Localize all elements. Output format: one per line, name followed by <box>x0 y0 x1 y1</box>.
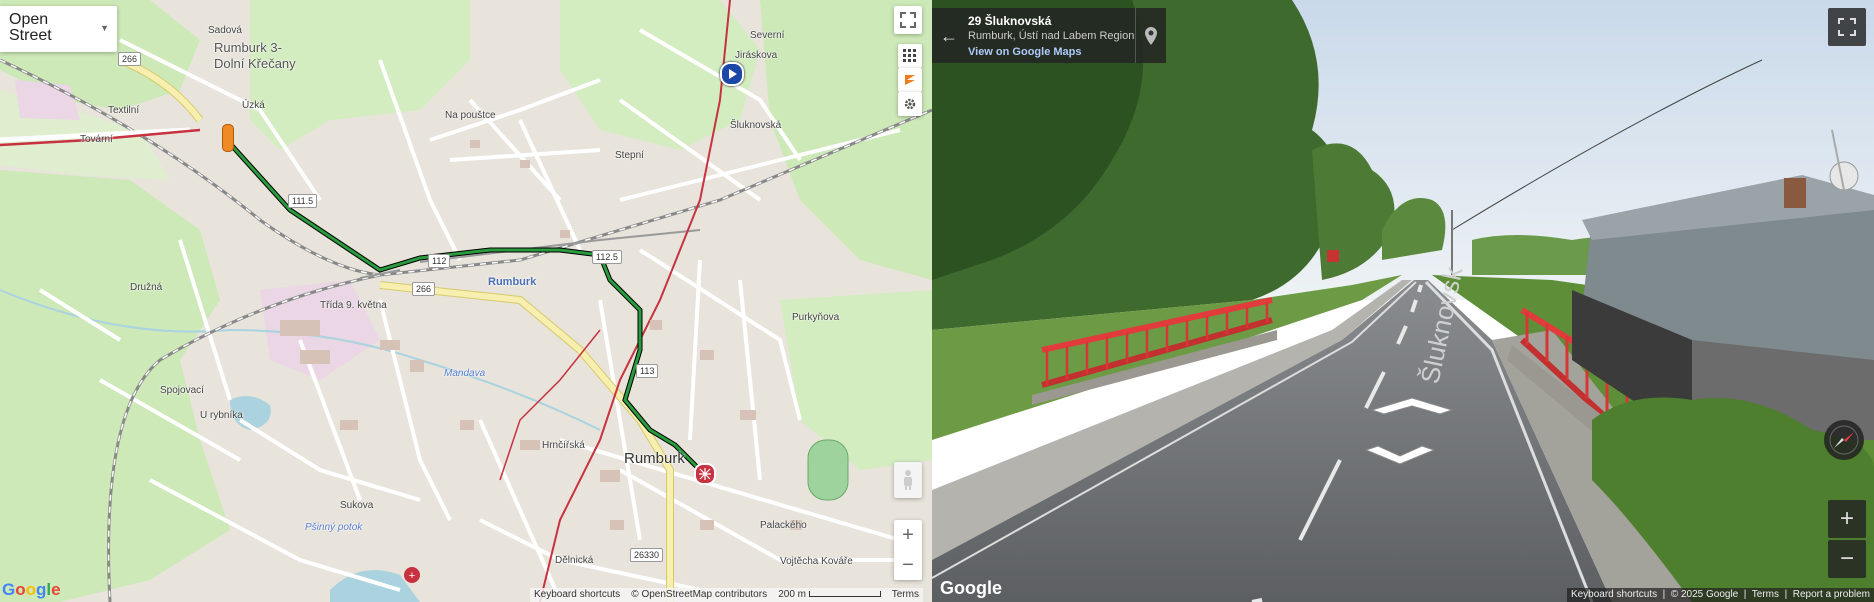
scale-bar <box>808 591 881 598</box>
settings-button[interactable] <box>898 92 922 116</box>
copyright-text: © OpenStreetMap contributors <box>631 589 768 600</box>
street-label: Textilní <box>108 105 140 116</box>
street-label: Úzká <box>242 100 265 111</box>
scale-label: 200 m <box>778 589 806 600</box>
street-label: Purkyňova <box>792 312 840 323</box>
grid-icon <box>903 49 916 62</box>
sv-zoom-out-button[interactable]: − <box>1828 540 1866 578</box>
compass-icon <box>1829 425 1859 455</box>
route-number: 111.5 <box>288 194 318 208</box>
route-number: 266 <box>412 282 436 296</box>
district-label: Rumburk 3- Dolní Křečany <box>214 40 296 71</box>
route-number: 112 <box>428 254 451 268</box>
street-label: Palackého <box>760 520 807 531</box>
route-number: 112.5 <box>592 250 622 264</box>
street-label: Šluknovská <box>730 120 782 131</box>
street-label: Tovární <box>80 134 113 145</box>
street-label: Vojtěcha Kováře <box>780 556 853 567</box>
screen: + Rumburk 3- Dolní Křečany Sadová Textil… <box>0 0 1874 602</box>
keyboard-shortcuts-link[interactable]: Keyboard shortcuts <box>534 589 620 600</box>
street-view-info-card: ← 29 Šluknovská Rumburk, Ústí nad Labem … <box>932 8 1166 63</box>
direction-marker-icon[interactable] <box>720 62 744 86</box>
fullscreen-icon <box>900 12 916 28</box>
sv-fullscreen-button[interactable] <box>1828 8 1866 46</box>
address-region: Rumburk, Ústí nad Labem Region <box>968 30 1135 42</box>
town-label: Rumburk <box>624 450 685 467</box>
route-number: 266 <box>118 52 142 66</box>
street-view-scene[interactable]: Šluknovsk <box>932 0 1874 602</box>
street-label: Jiráskova <box>735 50 778 61</box>
sv-attribution: Keyboard shortcuts | © 2025 Google | Ter… <box>1566 588 1874 602</box>
route-number: 113 <box>636 364 659 378</box>
street-label: Spojovací <box>160 385 204 396</box>
street-label: Dělnická <box>555 555 594 566</box>
google-logo: Google <box>2 580 61 599</box>
pegman-marker[interactable] <box>222 124 234 152</box>
map-canvas[interactable]: + <box>0 0 932 602</box>
map-layer-select[interactable]: Open Street ▼ <box>0 6 117 52</box>
street-label: Stepní <box>615 150 644 161</box>
street-label: Třída 9. května <box>320 300 387 311</box>
zoom-in-button[interactable]: + <box>894 520 922 550</box>
layers-button[interactable] <box>898 44 922 68</box>
sv-zoom-in-button[interactable]: + <box>1828 500 1866 538</box>
pegman-icon <box>905 75 915 85</box>
map-attribution: Keyboard shortcuts © OpenStreetMap contr… <box>530 588 923 602</box>
street-view-panel[interactable]: Šluknovsk ← 29 Šluknovská Rumburk, Ústí … <box>932 0 1874 602</box>
stadium <box>807 439 849 501</box>
street-view-pegman-icon <box>904 470 912 490</box>
route-number: 26330 <box>630 548 664 562</box>
chevron-down-icon: ▼ <box>100 23 109 33</box>
street-label: Severní <box>750 30 785 41</box>
pegman-layer-button[interactable] <box>898 68 922 92</box>
terms-link[interactable]: Terms <box>1752 589 1779 600</box>
street-label: Na pouštce <box>445 110 496 121</box>
back-arrow-icon[interactable]: ← <box>940 26 958 47</box>
water-label: Pšinný potok <box>305 522 363 533</box>
report-problem-link[interactable]: Report a problem <box>1793 589 1870 600</box>
pegman-button[interactable] <box>894 462 922 498</box>
street-label: Sadová <box>208 25 242 36</box>
map-pin-icon <box>1145 26 1157 45</box>
copyright-text: © 2025 Google <box>1670 589 1739 600</box>
street-label: Hrnčířská <box>542 440 585 451</box>
station-label: Rumburk <box>488 276 537 288</box>
road-sign <box>1327 250 1339 262</box>
gear-icon <box>904 98 916 110</box>
map-zoom-control: + − <box>894 520 922 580</box>
street-label: Sukova <box>340 500 374 511</box>
street-label: Družná <box>130 282 163 293</box>
street-label: U rybníka <box>200 410 243 421</box>
destination-marker-icon[interactable] <box>694 463 716 485</box>
view-on-google-maps-link[interactable]: View on Google Maps <box>968 46 1081 58</box>
zoom-out-button[interactable]: − <box>894 550 922 580</box>
fullscreen-button[interactable] <box>894 6 922 34</box>
location-pin-button[interactable] <box>1135 8 1166 63</box>
svg-text:+: + <box>409 570 415 582</box>
keyboard-shortcuts-link[interactable]: Keyboard shortcuts <box>1571 589 1657 600</box>
google-logo: Google <box>940 578 1002 598</box>
compass-button[interactable] <box>1824 420 1864 460</box>
terms-link[interactable]: Terms <box>892 589 919 600</box>
map-layer-label: Open Street <box>9 11 52 44</box>
industrial-area <box>15 80 80 120</box>
water-label: Mandava <box>444 368 486 379</box>
map-panel[interactable]: + Rumburk 3- Dolní Křečany Sadová Textil… <box>0 0 932 602</box>
fullscreen-icon <box>1838 18 1856 36</box>
address-title: 29 Šluknovská <box>968 14 1052 28</box>
